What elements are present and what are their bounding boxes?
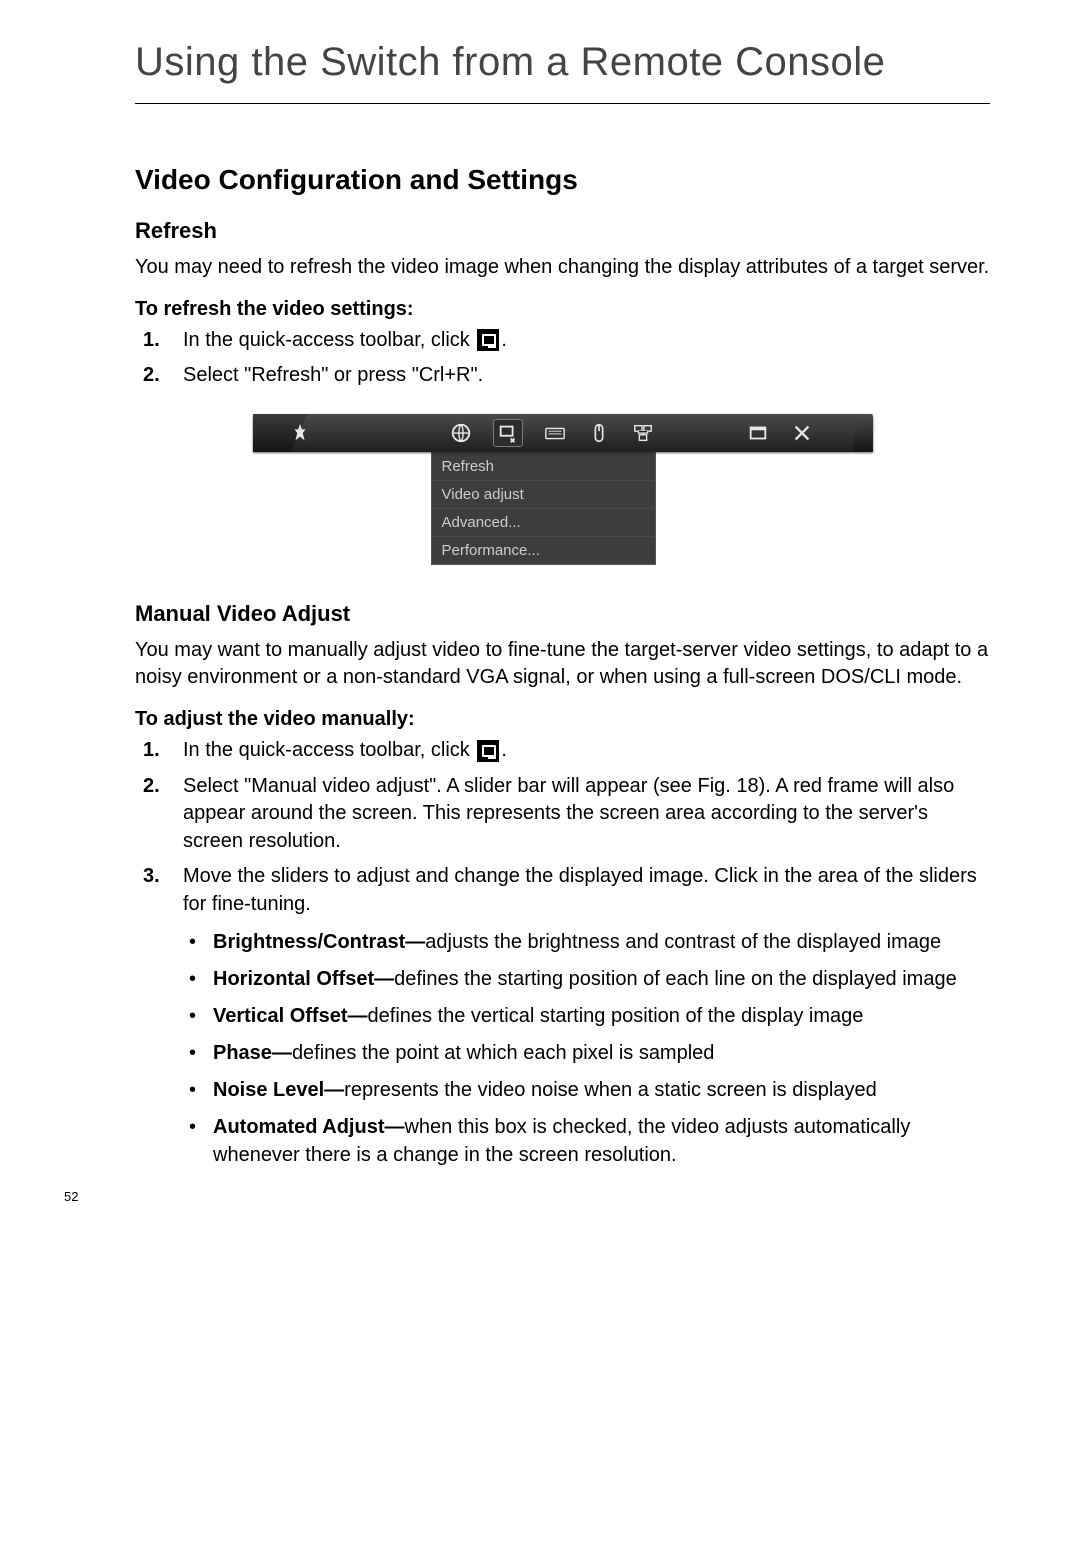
- bullet-label: Brightness/Contrast—: [213, 931, 425, 953]
- chapter-title: Using the Switch from a Remote Console: [135, 40, 990, 104]
- bullet-text: defines the starting position of each li…: [394, 968, 957, 990]
- bullet-text: defines the vertical starting position o…: [368, 1005, 864, 1027]
- bullet-vertical-offset: Vertical Offset—defines the vertical sta…: [183, 1003, 990, 1030]
- refresh-heading: Refresh: [135, 218, 990, 244]
- manual-step-2: Select "Manual video adjust". A slider b…: [135, 773, 990, 856]
- refresh-step-1-suffix: .: [501, 329, 507, 351]
- page-number: 52: [64, 1189, 78, 1204]
- video-settings-icon: [477, 329, 499, 351]
- video-settings-icon: [477, 740, 499, 762]
- bullet-text: defines the point at which each pixel is…: [292, 1042, 714, 1064]
- manual-step-1-prefix: In the quick-access toolbar, click: [183, 739, 475, 761]
- dropdown-item-video-adjust[interactable]: Video adjust: [432, 481, 655, 509]
- manual-step-3-text: Move the sliders to adjust and change th…: [183, 865, 977, 915]
- video-settings-dropdown: Refresh Video adjust Advanced... Perform…: [431, 452, 656, 565]
- video-settings-icon[interactable]: [494, 420, 522, 446]
- bullet-brightness: Brightness/Contrast—adjusts the brightne…: [183, 929, 990, 956]
- bullet-label: Phase—: [213, 1042, 292, 1064]
- bullet-text: adjusts the brightness and contrast of t…: [425, 931, 941, 953]
- bullet-label: Automated Adjust—: [213, 1116, 404, 1138]
- dropdown-item-performance[interactable]: Performance...: [432, 537, 655, 564]
- server-icon[interactable]: [632, 422, 654, 444]
- refresh-step-1-prefix: In the quick-access toolbar, click: [183, 329, 475, 351]
- mouse-icon[interactable]: [588, 422, 610, 444]
- close-icon[interactable]: [791, 422, 813, 444]
- bullet-label: Noise Level—: [213, 1079, 344, 1101]
- manual-step-1: In the quick-access toolbar, click .: [135, 737, 990, 765]
- bullet-label: Vertical Offset—: [213, 1005, 368, 1027]
- refresh-step-1: In the quick-access toolbar, click .: [135, 327, 990, 355]
- manual-heading: Manual Video Adjust: [135, 601, 990, 627]
- manual-procedure-heading: To adjust the video manually:: [135, 708, 990, 731]
- bullet-noise-level: Noise Level—represents the video noise w…: [183, 1077, 990, 1104]
- fullscreen-icon[interactable]: [747, 422, 769, 444]
- bullet-automated-adjust: Automated Adjust—when this box is checke…: [183, 1114, 990, 1168]
- pin-icon[interactable]: [289, 422, 311, 444]
- dropdown-item-refresh[interactable]: Refresh: [432, 453, 655, 481]
- manual-paragraph: You may want to manually adjust video to…: [135, 637, 990, 692]
- bullet-text: represents the video noise when a static…: [344, 1079, 877, 1101]
- toolbar-bar: [253, 414, 873, 452]
- toolbar-screenshot: Refresh Video adjust Advanced... Perform…: [253, 414, 873, 565]
- refresh-paragraph: You may need to refresh the video image …: [135, 254, 990, 282]
- keyboard-icon[interactable]: [544, 422, 566, 444]
- bullet-label: Horizontal Offset—: [213, 968, 394, 990]
- session-icon[interactable]: [450, 422, 472, 444]
- section-title: Video Configuration and Settings: [135, 164, 990, 196]
- dropdown-item-advanced[interactable]: Advanced...: [432, 509, 655, 537]
- manual-step-1-suffix: .: [501, 739, 507, 761]
- manual-step-3: Move the sliders to adjust and change th…: [135, 863, 990, 1169]
- bullet-phase: Phase—defines the point at which each pi…: [183, 1040, 990, 1067]
- refresh-step-2: Select "Refresh" or press "Crl+R".: [135, 362, 990, 390]
- bullet-horizontal-offset: Horizontal Offset—defines the starting p…: [183, 966, 990, 993]
- refresh-procedure-heading: To refresh the video settings:: [135, 298, 990, 321]
